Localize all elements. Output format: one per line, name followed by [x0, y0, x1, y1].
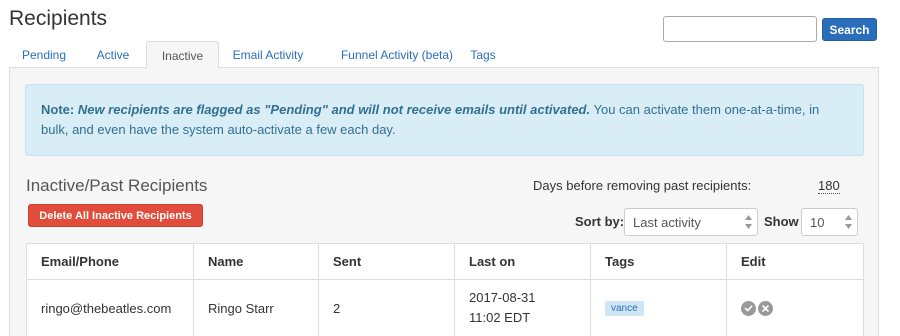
tab-active[interactable]: Active — [81, 41, 145, 68]
column-header-name[interactable]: Name — [194, 244, 319, 279]
tab-pending[interactable]: Pending — [9, 41, 79, 68]
check-circle-icon[interactable] — [741, 300, 756, 316]
last-on-date: 2017-08-31 — [469, 290, 536, 305]
updown-arrows-icon — [745, 215, 752, 229]
updown-arrows-icon — [845, 215, 852, 229]
column-header-sent[interactable]: Sent — [319, 244, 455, 279]
table-row: ringo@thebeatles.com Ringo Starr 2 2017-… — [27, 280, 863, 336]
column-header-last-on[interactable]: Last on — [455, 244, 591, 279]
section-title: Inactive/Past Recipients — [26, 176, 208, 195]
column-header-edit: Edit — [741, 254, 766, 269]
tag-badge[interactable]: vance — [605, 300, 644, 316]
cell-name: Ringo Starr — [194, 280, 319, 336]
table-header: Email/Phone Name Sent Last on Tags Edit — [27, 244, 863, 280]
column-header-tags: Tags — [591, 244, 727, 279]
cell-email: ringo@thebeatles.com — [27, 280, 194, 336]
tab-funnel-activity[interactable]: Funnel Activity (beta) — [327, 41, 467, 68]
delete-all-inactive-button[interactable]: Delete All Inactive Recipients — [28, 204, 203, 227]
note-emphasis: New recipients are flagged as "Pending" … — [77, 102, 591, 117]
cell-sent: 2 — [319, 280, 455, 336]
cell-tags: vance — [591, 280, 727, 336]
tab-bar: Pending Active Inactive Email Activity F… — [9, 41, 879, 69]
edit-actions — [741, 300, 773, 316]
recipients-table: Email/Phone Name Sent Last on Tags Edit … — [26, 243, 864, 336]
sort-select[interactable]: Last activity — [624, 208, 758, 236]
show-select-value: 10 — [810, 214, 825, 230]
info-note: Note: New recipients are flagged as "Pen… — [25, 84, 864, 156]
sort-label: Sort by: — [575, 214, 625, 229]
note-prefix: Note: — [41, 102, 75, 117]
cell-last-on: 2017-08-31 11:02 EDT — [455, 280, 591, 336]
tab-tags[interactable]: Tags — [464, 41, 502, 68]
tab-inactive[interactable]: Inactive — [146, 41, 219, 69]
sort-select-value: Last activity — [633, 214, 701, 230]
days-before-removal-label: Days before removing past recipients: — [533, 178, 752, 193]
show-label: Show — [764, 214, 799, 229]
inactive-panel: Note: New recipients are flagged as "Pen… — [9, 67, 879, 336]
search-input[interactable] — [663, 16, 817, 42]
search-button[interactable]: Search — [822, 18, 877, 41]
tab-email-activity[interactable]: Email Activity — [223, 41, 313, 68]
show-select[interactable]: 10 — [801, 208, 858, 236]
days-before-removal-value[interactable]: 180 — [818, 178, 840, 194]
page-title: Recipients — [9, 7, 108, 30]
column-header-email[interactable]: Email/Phone — [27, 244, 194, 279]
last-on-time: 11:02 EDT — [469, 310, 531, 325]
cell-edit — [727, 280, 863, 336]
last-on-datetime: 2017-08-31 11:02 EDT — [469, 288, 536, 328]
remove-circle-icon[interactable] — [758, 300, 773, 316]
